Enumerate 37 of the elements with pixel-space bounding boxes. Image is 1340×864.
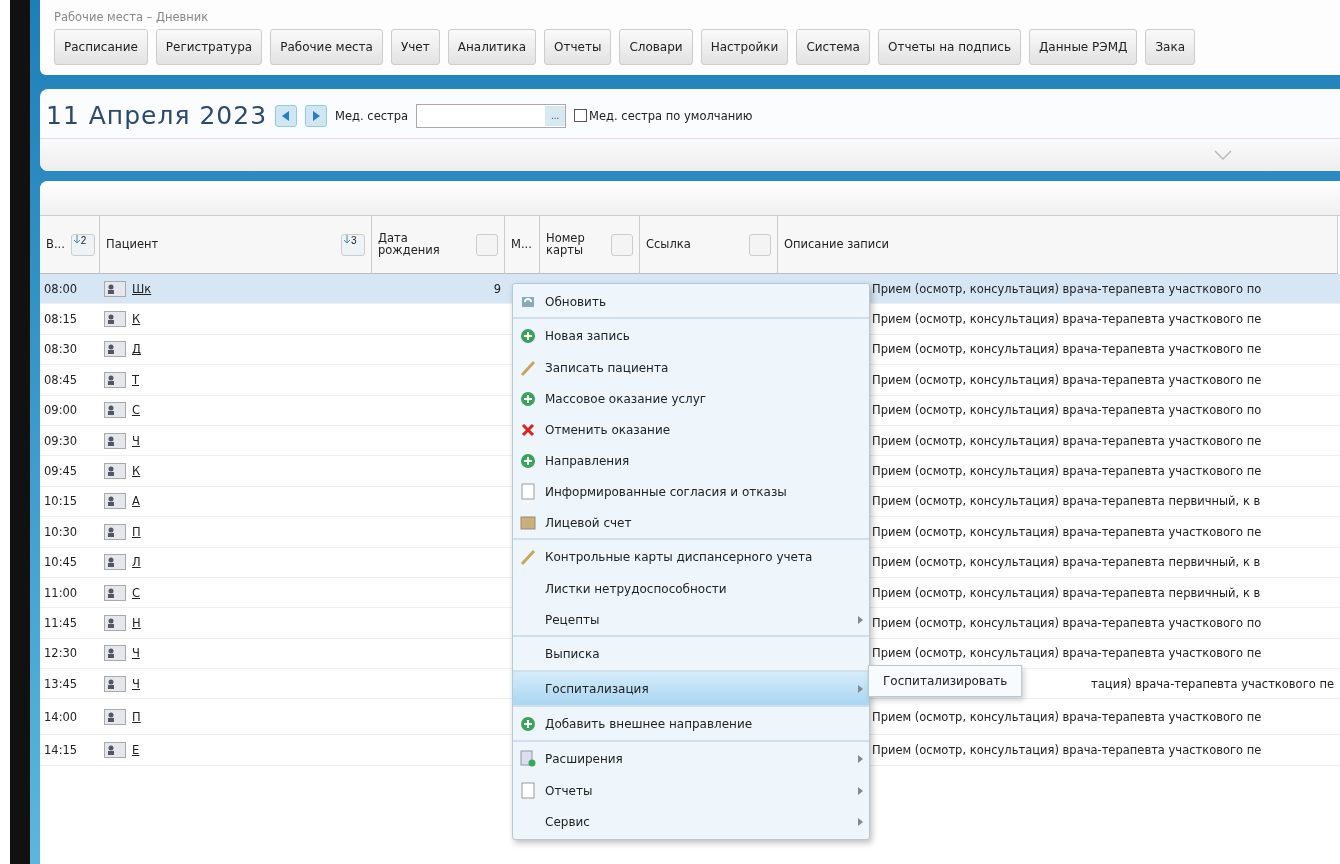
time-cell: 09:30 — [44, 433, 78, 448]
time-cell: 12:30 — [44, 646, 78, 661]
nurse-label: Мед. сестра — [335, 108, 409, 123]
description-cell: Прием (осмотр, консультация) врача-терапевта участкового по — [872, 403, 1262, 418]
description-cell: Прием (осмотр, консультация) врача-терапевта первичный, к в — [872, 555, 1261, 570]
description-cell: Прием (осмотр, консультация) врача-терапевта первичный, к в — [872, 585, 1261, 600]
description-cell: Прием (осмотр, консультация) врача-терапевта участкового пе — [872, 743, 1262, 758]
description-cell: Прием (осмотр, консультация) врача-терапевта участкового по — [872, 616, 1262, 630]
time-cell: 08:15 — [44, 312, 78, 327]
checkbox-label: Мед. сестра по умолчанию — [589, 108, 753, 123]
time-cell: 11:00 — [44, 585, 78, 600]
birth-date-cell: 9 — [493, 281, 501, 296]
time-cell: 08:45 — [44, 372, 78, 387]
time-cell: 10:30 — [44, 524, 78, 539]
time-cell: 14:00 — [44, 709, 78, 724]
time-cell: 10:15 — [44, 494, 78, 509]
description-cell: Прием (осмотр, консультация) врача-терапевта участкового пе — [872, 433, 1262, 448]
breadcrumb: Рабочие места – Дневник — [54, 10, 209, 24]
time-cell: 13:45 — [44, 676, 78, 691]
time-cell: 09:45 — [44, 464, 78, 479]
description-cell: Прием (осмотр, консультация) врача-терапевта участкового пе — [872, 372, 1262, 387]
description-cell: Прием (осмотр, консультация) врача-терапевта участкового по — [872, 281, 1262, 296]
description-cell: Прием (осмотр, консультация) врача-терапевта участкового пе — [872, 709, 1262, 724]
description-cell: Прием (осмотр, консультация) врача-терапевта первичный, к в — [872, 494, 1261, 509]
time-cell: 08:00 — [44, 281, 78, 296]
description-cell: Прием (осмотр, консультация) врача-терапевта участкового пе — [872, 342, 1262, 357]
time-cell: 09:00 — [44, 403, 78, 418]
time-cell: 11:45 — [44, 616, 78, 630]
description-cell: Прием (осмотр, консультация) врача-терапевта участкового пе — [872, 646, 1262, 661]
time-cell: 14:15 — [44, 743, 78, 758]
time-cell: 08:30 — [44, 342, 78, 357]
description-cell: Прием (осмотр, консультация) врача-терапевта участкового пе — [872, 464, 1262, 479]
description-cell: Прием (осмотр, консультация) врача-терапевта участкового пе — [872, 524, 1262, 539]
description-cell: Прием (осмотр, консультация) врача-терапевта участкового пе — [872, 312, 1262, 327]
date-title: 11 Апреля 2023 — [46, 101, 268, 130]
time-cell: 10:45 — [44, 555, 78, 570]
description-cell: тация) врача-терапевта участкового пе — [1091, 676, 1334, 691]
